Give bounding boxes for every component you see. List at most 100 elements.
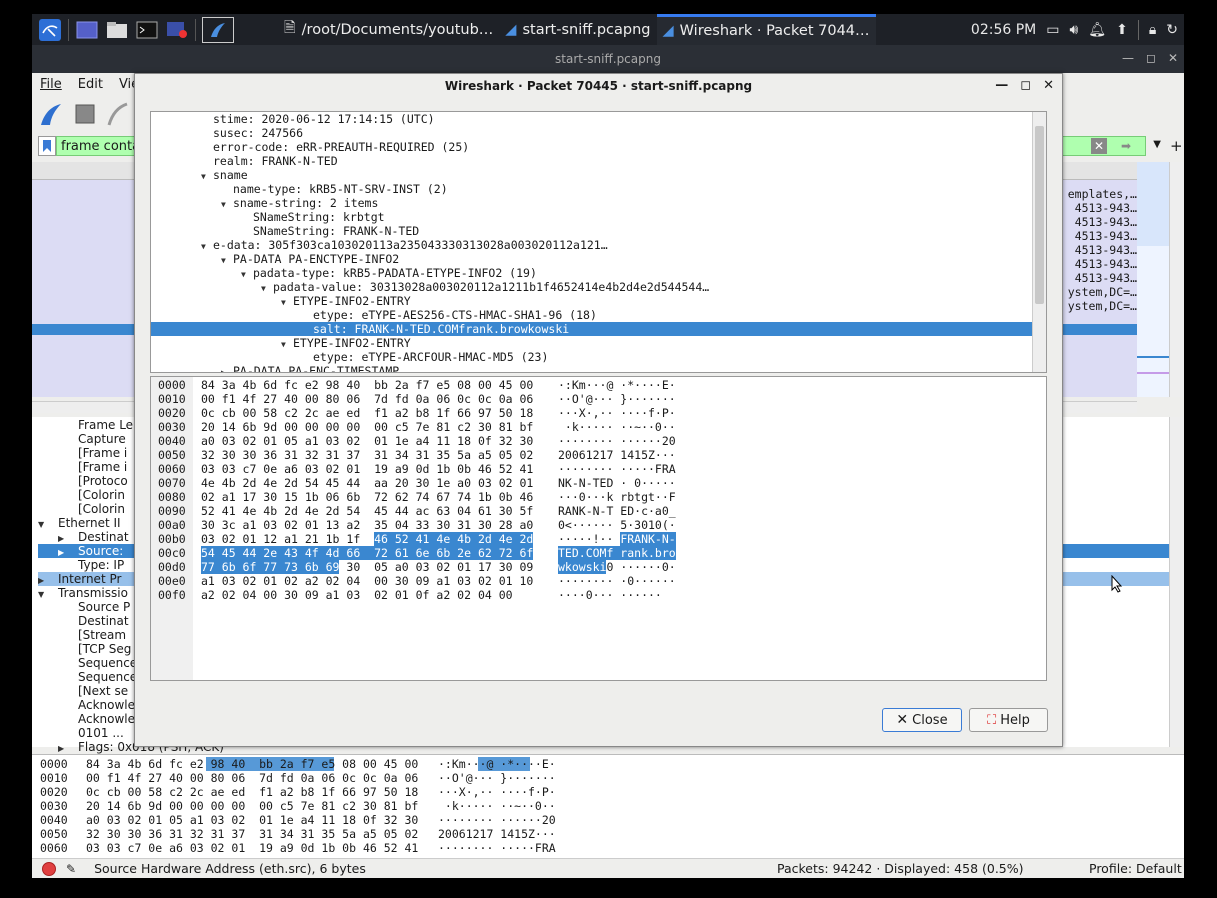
minimize-icon[interactable]: —: [995, 78, 1008, 93]
notification-bell-icon[interactable]: 🔔︎: [1088, 22, 1106, 38]
details-row[interactable]: Acknowle: [38, 698, 135, 712]
bytes-hex[interactable]: 4e 4b 2d 4e 2d 54 45 44 aa 20 30 1e a0 0…: [201, 476, 533, 490]
bytes-ascii[interactable]: 20061217 1415Z···: [558, 448, 676, 462]
bytes-hex[interactable]: a0 03 02 01 05 a1 03 02 01 1e a4 11 18 0…: [201, 434, 533, 448]
details-row[interactable]: [Protoco: [38, 474, 128, 488]
packet-details-scrollbar[interactable]: [1169, 417, 1184, 747]
tree-row[interactable]: susec: 247566: [151, 126, 303, 140]
details-row[interactable]: Capture: [38, 432, 126, 446]
details-row[interactable]: [Colorin: [38, 488, 125, 502]
details-row[interactable]: Type: IP: [38, 558, 124, 572]
details-row[interactable]: Source P: [38, 600, 130, 614]
bytes-hex[interactable]: a2 02 04 00 30 09 a1 03 02 01 0f a2 02 0…: [201, 588, 513, 602]
help-button[interactable]: ⛶ Help: [969, 708, 1048, 732]
volume-icon[interactable]: 🔊︎: [1069, 22, 1078, 38]
apply-filter-icon[interactable]: ➡: [1121, 139, 1131, 153]
filter-history-chevron-down-icon[interactable]: ▼: [1153, 139, 1161, 150]
menu-file[interactable]: File: [40, 77, 62, 92]
bytes-hex[interactable]: 0c cb 00 58 c2 2c ae ed f1 a2 b8 1f 66 9…: [201, 406, 533, 420]
bytes-ascii[interactable]: ···0···k rbtgt··F: [558, 490, 676, 504]
bytes-ascii[interactable]: 20061217 1415Z···: [438, 827, 556, 841]
edit-comment-icon[interactable]: ✎: [66, 862, 76, 876]
bytes-ascii[interactable]: ·k····· ··~··0··: [438, 799, 556, 813]
tree-scrollbar[interactable]: [1032, 112, 1046, 372]
bytes-ascii[interactable]: ···X·,·· ····f·P·: [558, 406, 676, 420]
bytes-hex[interactable]: 03 03 c7 0e a6 03 02 01 19 a9 0d 1b 0b 4…: [86, 841, 418, 855]
bytes-ascii[interactable]: ···X·,·· ····f·P·: [438, 785, 556, 799]
bookmark-icon[interactable]: [38, 136, 56, 156]
tree-row[interactable]: realm: FRANK-N-TED: [151, 154, 338, 168]
details-row[interactable]: 0101 ...: [38, 726, 124, 740]
bytes-ascii[interactable]: wkowski0 ······0·: [558, 560, 676, 574]
clock[interactable]: 02:56 PM: [971, 22, 1036, 38]
bytes-ascii[interactable]: ·:Km···@ ·*····E·: [438, 757, 556, 771]
taskbar-window-2[interactable]: ◢ Wireshark · Packet 7044…: [656, 14, 876, 45]
taskbar-window-1[interactable]: ◢ start-sniff.pcapng: [499, 14, 656, 45]
details-row[interactable]: Acknowle: [38, 712, 135, 726]
bytes-hex[interactable]: 20 14 6b 9d 00 00 00 00 00 c5 7e 81 c2 3…: [201, 420, 533, 434]
add-filter-button-icon[interactable]: +: [1170, 137, 1183, 155]
restart-capture-icon[interactable]: [106, 101, 128, 129]
tree-row[interactable]: name-type: kRB5-NT-SRV-INST (2): [151, 182, 448, 196]
status-profile[interactable]: Profile: Default: [1089, 861, 1182, 876]
bytes-hex[interactable]: a1 03 02 01 02 a2 02 04 00 30 09 a1 03 0…: [201, 574, 533, 588]
menu-edit[interactable]: Edit: [78, 77, 103, 92]
bytes-hex[interactable]: 20 14 6b 9d 00 00 00 00 00 c5 7e 81 c2 3…: [86, 799, 418, 813]
bytes-hex[interactable]: 32 30 30 36 31 32 31 37 31 34 31 35 5a a…: [86, 827, 418, 841]
stop-capture-icon[interactable]: [72, 101, 100, 129]
bytes-hex[interactable]: 32 30 30 36 31 32 31 37 31 34 31 35 5a a…: [201, 448, 533, 462]
packet-list-row[interactable]: 4513-943…: [1057, 257, 1137, 271]
bytes-ascii[interactable]: RANK-N-T ED·c·a0_: [558, 504, 676, 518]
details-row[interactable]: ▼ Transmissio: [38, 586, 128, 600]
bytes-ascii[interactable]: ········ ·0······: [558, 574, 676, 588]
bytes-hex[interactable]: 84 3a 4b 6d fc e2 98 40 bb 2a f7 e5 08 0…: [86, 757, 418, 771]
bytes-hex[interactable]: 0c cb 00 58 c2 2c ae ed f1 a2 b8 1f 66 9…: [86, 785, 418, 799]
tree-row[interactable]: ▼ padata-type: kRB5-PADATA-ETYPE-INFO2 (1…: [151, 266, 537, 280]
packet-list-row[interactable]: 4513-943…: [1057, 229, 1137, 243]
tree-row[interactable]: etype: eTYPE-ARCFOUR-HMAC-MD5 (23): [151, 350, 548, 364]
packet-list-row[interactable]: 4513-943…: [1057, 215, 1137, 229]
details-row[interactable]: Sequence: [38, 670, 137, 684]
wireshark-launcher-icon[interactable]: [202, 16, 234, 43]
bytes-hex[interactable]: 03 02 01 12 a1 21 1b 1f 46 52 41 4e 4b 2…: [201, 532, 534, 546]
tree-row[interactable]: error-code: eRR-PREAUTH-REQUIRED (25): [151, 140, 469, 154]
details-row[interactable]: ▶ Destinat: [38, 530, 129, 544]
bytes-ascii[interactable]: ········ ·····FRA: [558, 462, 676, 476]
tree-row[interactable]: ▼ ETYPE-INFO2-ENTRY: [151, 336, 411, 350]
bytes-ascii[interactable]: 0<······ 5·3010(·: [558, 518, 676, 532]
close-button[interactable]: ✕ Close: [882, 708, 962, 732]
bytes-ascii[interactable]: ·····!·· FRANK-N-: [558, 532, 676, 546]
workspace-icon[interactable]: [75, 19, 99, 41]
bytes-hex[interactable]: 54 45 44 2e 43 4f 4d 66 72 61 6e 6b 2e 6…: [201, 546, 534, 560]
tree-row[interactable]: salt: FRANK-N-TED.COMfrank.browkowski: [151, 322, 1033, 336]
packet-list-row[interactable]: 4513-943…: [1057, 243, 1137, 257]
tree-row[interactable]: ▶ PA-DATA PA-ENC-TIMESTAMP: [151, 364, 399, 372]
refresh-icon[interactable]: ↻: [1166, 22, 1178, 38]
kali-menu-icon[interactable]: [38, 18, 62, 41]
bytes-hex[interactable]: 77 6b 6f 77 73 6b 69 30 05 a0 03 02 01 1…: [201, 560, 533, 574]
bytes-ascii[interactable]: ········ ······20: [438, 813, 556, 827]
tree-scrollbar-thumb[interactable]: [1035, 126, 1044, 304]
details-row[interactable]: [Colorin: [38, 502, 125, 516]
packet-list-row[interactable]: emplates,…: [1057, 187, 1137, 201]
tree-row[interactable]: ▼ PA-DATA PA-ENCTYPE-INFO2: [151, 252, 399, 266]
bytes-ascii[interactable]: TED.COMf rank.bro: [558, 546, 676, 560]
start-capture-icon[interactable]: [38, 101, 66, 129]
display-icon[interactable]: ▭: [1046, 22, 1059, 38]
tree-row[interactable]: ▼ sname-string: 2 items: [151, 196, 378, 210]
tree-row[interactable]: SNameString: FRANK-N-TED: [151, 224, 419, 238]
packet-list-row[interactable]: ystem,DC=…: [1057, 285, 1137, 299]
tree-row[interactable]: stime: 2020-06-12 17:14:15 (UTC): [151, 112, 435, 126]
lock-icon[interactable]: 🔒︎: [1149, 22, 1156, 38]
file-manager-icon[interactable]: [105, 19, 129, 41]
bytes-hex[interactable]: 02 a1 17 30 15 1b 06 6b 72 62 74 67 74 1…: [201, 490, 533, 504]
bytes-ascii[interactable]: ········ ·····FRA: [438, 841, 556, 855]
packet-list-row[interactable]: 4513-943…: [1057, 271, 1137, 285]
taskbar-window-0[interactable]: 🗎 /root/Documents/youtub…: [278, 14, 499, 45]
bytes-ascii[interactable]: ········ ······20: [558, 434, 676, 448]
tree-row[interactable]: ▼ ETYPE-INFO2-ENTRY: [151, 294, 411, 308]
clear-filter-icon[interactable]: ✕: [1091, 138, 1107, 154]
details-row[interactable]: [TCP Seg: [38, 642, 131, 656]
tree-row[interactable]: ▼ e-data: 305f303ca103020113a235043330313…: [151, 238, 608, 252]
minimize-icon[interactable]: —: [1122, 51, 1134, 65]
